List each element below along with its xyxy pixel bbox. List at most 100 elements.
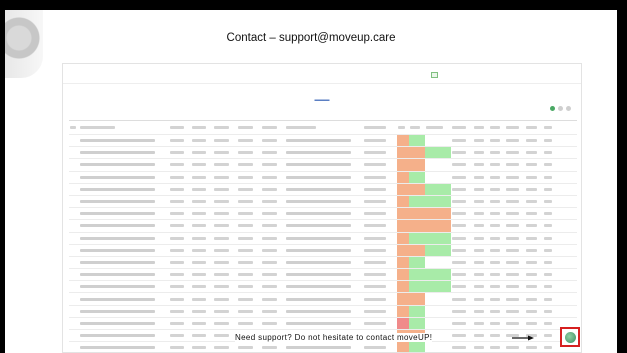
- table-cell: [79, 321, 169, 325]
- table-cell: [451, 309, 473, 313]
- table-cell: [79, 175, 169, 179]
- table-row[interactable]: [69, 171, 577, 184]
- table-cell: [213, 151, 237, 155]
- table-cell: [285, 200, 363, 204]
- slide-title: Contact – support@moveup.care: [226, 32, 396, 44]
- help-button-highlight[interactable]: [560, 327, 580, 347]
- embedded-dashboard-screenshot: ▬▬▬: [62, 63, 582, 353]
- table-cell: [169, 212, 191, 216]
- table-cell: [237, 212, 261, 216]
- table-row[interactable]: [69, 342, 577, 352]
- table-cell: [169, 321, 191, 325]
- table-cell: [169, 297, 191, 301]
- table-cell: [473, 260, 489, 264]
- table-cell: [261, 139, 285, 143]
- status-cell: [397, 195, 409, 208]
- table-cell: [285, 187, 363, 191]
- table-cell: [79, 224, 169, 228]
- table-cell: [451, 346, 473, 350]
- status-cell: [409, 135, 425, 147]
- status-cell: [397, 135, 409, 147]
- status-cell: [397, 232, 409, 244]
- table-cell: [525, 139, 543, 143]
- status-cell: [425, 293, 451, 304]
- status-cell: [397, 183, 409, 195]
- table-cell: [213, 224, 237, 228]
- status-cell: [425, 208, 451, 220]
- table-cell: [237, 139, 261, 143]
- table-cell: [363, 175, 397, 179]
- table-row[interactable]: [69, 293, 577, 306]
- table-cell: [525, 200, 543, 204]
- table-cell: [191, 321, 213, 325]
- status-cell: [409, 220, 425, 232]
- table-cell: [191, 273, 213, 277]
- table-row[interactable]: [69, 195, 577, 209]
- table-row[interactable]: [69, 135, 577, 148]
- status-cell: [409, 293, 425, 305]
- table-row[interactable]: [69, 281, 577, 294]
- table-cell: [285, 260, 363, 264]
- filter-toggle-icon: [431, 72, 438, 78]
- table-row[interactable]: [69, 269, 577, 282]
- table-cell: [505, 297, 525, 301]
- table-row[interactable]: [69, 147, 577, 160]
- table-cell: [543, 139, 557, 143]
- table-cell: [363, 309, 397, 313]
- table-cell: [191, 346, 213, 350]
- dashboard-heading-placeholder: ▬▬▬: [314, 97, 330, 103]
- table-cell: [543, 175, 557, 179]
- table-cell: [473, 346, 489, 350]
- table-row[interactable]: [69, 317, 577, 330]
- table-cell: [363, 260, 397, 264]
- table-row[interactable]: [69, 256, 577, 270]
- table-cell: [79, 163, 169, 167]
- table-cell: [525, 285, 543, 289]
- chat-help-icon[interactable]: [564, 331, 576, 343]
- table-cell: [473, 297, 489, 301]
- status-cell: [409, 317, 425, 329]
- status-cell: [409, 232, 425, 244]
- table-cell: [79, 200, 169, 204]
- status-cell: [397, 208, 409, 220]
- table-row[interactable]: [69, 208, 577, 221]
- table-cell: [543, 309, 557, 313]
- table-cell: [79, 309, 169, 313]
- table-cell: [213, 248, 237, 252]
- table-cell: [489, 212, 505, 216]
- table-cell: [473, 212, 489, 216]
- column-header: [79, 126, 169, 129]
- table-cell: [169, 175, 191, 179]
- table-cell: [261, 151, 285, 155]
- table-row[interactable]: [69, 183, 577, 196]
- table-cell: [261, 236, 285, 240]
- table-cell: [169, 224, 191, 228]
- table-row[interactable]: [69, 244, 577, 257]
- table-cell: [261, 297, 285, 301]
- table-cell: [285, 163, 363, 167]
- table-cell: [505, 248, 525, 252]
- table-cell: [543, 297, 557, 301]
- table-cell: [451, 187, 473, 191]
- table-cell: [451, 175, 473, 179]
- table-cell: [525, 248, 543, 252]
- table-cell: [261, 212, 285, 216]
- table-cell: [237, 346, 261, 350]
- table-cell: [261, 260, 285, 264]
- table-cell: [543, 248, 557, 252]
- table-cell: [79, 346, 169, 350]
- table-row[interactable]: [69, 232, 577, 245]
- table-row[interactable]: [69, 220, 577, 233]
- table-cell: [505, 260, 525, 264]
- table-cell: [363, 139, 397, 143]
- table-cell: [213, 187, 237, 191]
- table-cell: [489, 187, 505, 191]
- status-cell: [425, 232, 451, 244]
- table-cell: [285, 285, 363, 289]
- status-cell: [425, 306, 451, 317]
- status-cell: [397, 147, 409, 159]
- table-cell: [505, 163, 525, 167]
- table-row[interactable]: [69, 159, 577, 172]
- table-cell: [79, 248, 169, 252]
- table-row[interactable]: [69, 305, 577, 318]
